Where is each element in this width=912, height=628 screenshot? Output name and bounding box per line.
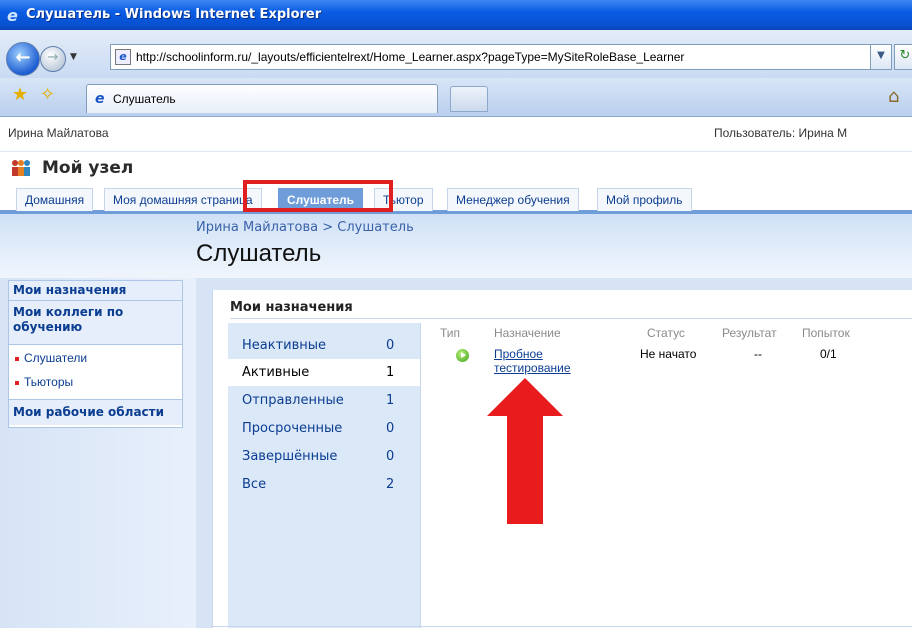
left-navigation: Мои назначения Мои коллеги по обучению С…: [8, 280, 183, 428]
nav-training-manager[interactable]: Менеджер обучения: [447, 188, 579, 211]
forward-button[interactable]: →: [40, 46, 66, 72]
filter-label: Завершённые: [242, 449, 338, 464]
filter-active[interactable]: Активные 1: [228, 359, 420, 386]
filter-count: 0: [386, 449, 395, 464]
window-title: Слушатель - Windows Internet Explorer: [26, 7, 322, 22]
people-icon: [12, 160, 30, 176]
filter-all[interactable]: Все 2: [228, 471, 420, 498]
refresh-icon[interactable]: ↻: [894, 44, 912, 70]
filter-count: 0: [386, 421, 395, 436]
col-attempts[interactable]: Попыток: [802, 326, 850, 340]
breadcrumb[interactable]: Ирина Майлатова > Слушатель: [196, 220, 414, 235]
browser-tab-active[interactable]: e Слушатель: [86, 84, 438, 113]
assignment-link[interactable]: Пробное тестирование: [494, 347, 604, 375]
page-banner: [0, 214, 912, 278]
back-button[interactable]: ←: [6, 42, 40, 76]
window-titlebar: e Слушатель - Windows Internet Explorer: [0, 0, 912, 30]
filter-label: Неактивные: [242, 338, 327, 353]
leftnav-tutors-label: Тьюторы: [24, 375, 74, 389]
assignment-result: --: [754, 347, 762, 361]
filter-inactive[interactable]: Неактивные 0: [228, 332, 420, 359]
filter-submitted[interactable]: Отправленные 1: [228, 387, 420, 414]
filter-label: Активные: [242, 365, 310, 380]
user-name[interactable]: Ирина Майлатова: [8, 126, 109, 140]
leftnav-learners[interactable]: Слушатели: [15, 351, 87, 365]
nav-my-profile[interactable]: Мой профиль: [597, 188, 692, 211]
favorites-star-icon[interactable]: ★: [12, 84, 28, 105]
title-divider: [230, 318, 912, 319]
url-dropdown-icon[interactable]: ▼: [870, 44, 892, 70]
red-arrow-icon: [487, 378, 563, 524]
tab-label: Слушатель: [113, 92, 176, 106]
filter-completed[interactable]: Завершённые 0: [228, 443, 420, 470]
ie-logo-icon: e: [7, 6, 18, 25]
list-divider: [420, 323, 421, 628]
col-type[interactable]: Тип: [440, 326, 460, 340]
assignment-attempts: 0/1: [820, 347, 837, 361]
filter-count: 2: [386, 477, 395, 492]
leftnav-tutors[interactable]: Тьюторы: [15, 375, 73, 389]
col-status[interactable]: Статус: [647, 326, 685, 340]
filter-label: Отправленные: [242, 393, 344, 408]
col-result[interactable]: Результат: [722, 326, 777, 340]
new-tab-button[interactable]: [450, 86, 488, 112]
filter-count: 1: [386, 365, 395, 380]
url-text[interactable]: http://schoolinform.ru/_layouts/efficien…: [136, 50, 684, 64]
history-dropdown-icon[interactable]: ▼: [70, 52, 80, 62]
bullet-icon: [15, 380, 19, 385]
bottom-divider: [212, 626, 912, 627]
filter-count: 1: [386, 393, 395, 408]
leftnav-my-colleagues[interactable]: Мои коллеги по обучению: [9, 301, 182, 345]
filter-overdue[interactable]: Просроченные 0: [228, 415, 420, 442]
assignments-title: Мои назначения: [230, 300, 353, 315]
user-welcome[interactable]: Пользователь: Ирина М: [714, 126, 847, 140]
bullet-icon: [15, 356, 19, 361]
assignment-status: Не начато: [640, 347, 697, 361]
leftnav-learners-label: Слушатели: [24, 351, 88, 365]
col-assignment[interactable]: Назначение: [494, 326, 561, 340]
filter-label: Просроченные: [242, 421, 343, 436]
leftnav-my-assignments[interactable]: Мои назначения: [9, 281, 182, 301]
page-icon: e: [115, 49, 131, 65]
leftnav-my-workspaces[interactable]: Мои рабочие области: [9, 399, 182, 425]
nav-my-home-page[interactable]: Моя домашняя страница: [104, 188, 262, 211]
filter-label: Все: [242, 477, 267, 492]
add-favorites-icon[interactable]: ✧: [40, 84, 55, 105]
tab-ie-icon: e: [95, 91, 105, 107]
page-title: Слушатель: [196, 240, 322, 267]
home-icon[interactable]: ⌂: [888, 86, 899, 107]
filter-count: 0: [386, 338, 395, 353]
play-circle-icon: [456, 349, 469, 362]
site-title: Мой узел: [42, 158, 134, 178]
nav-home[interactable]: Домашняя: [16, 188, 94, 211]
highlight-box: [243, 180, 393, 212]
